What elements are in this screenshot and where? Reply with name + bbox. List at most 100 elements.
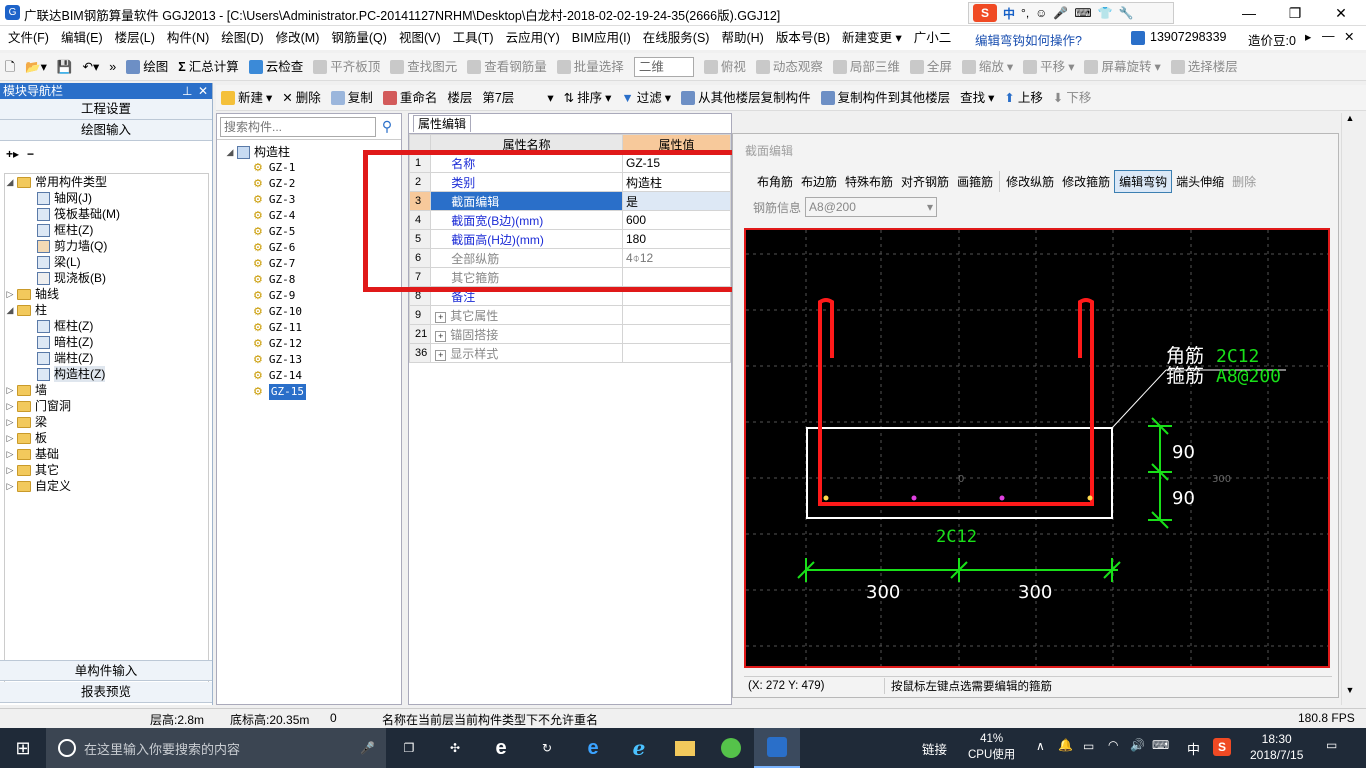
link-label[interactable]: 链接 — [922, 739, 947, 758]
property-row[interactable]: 21 + 锚固搭接 — [408, 324, 731, 344]
tree-item-beam[interactable]: 梁(L) — [5, 254, 208, 270]
tree-node-wall[interactable]: ▷ 墙 — [5, 382, 208, 398]
ime-punct[interactable]: °, — [1021, 6, 1029, 20]
project-settings-button[interactable]: 工程设置 — [0, 99, 212, 120]
collapse-icon[interactable]: ◢ — [5, 174, 15, 190]
view-mode-select[interactable]: 二维 — [629, 54, 699, 80]
internet-explorer-icon[interactable]: ℯ — [616, 728, 662, 768]
expand-icon[interactable]: + — [435, 349, 447, 361]
menu-item-7[interactable]: 视图(V) — [393, 26, 447, 50]
batch-select-button[interactable]: 批量选择 — [552, 54, 629, 80]
undo-icon[interactable]: ↶▾ — [77, 54, 104, 80]
property-row[interactable]: 9 + 其它属性 — [408, 305, 731, 325]
section-tool-2[interactable]: 特殊布筋 — [841, 171, 897, 192]
ime-toolbar[interactable]: S 中 °, ☺ 🎤 ⌨ 👕 🔧 — [968, 2, 1174, 24]
glodon-app-icon[interactable] — [754, 728, 800, 768]
floor-select[interactable]: 第7层 ▾ — [477, 85, 558, 111]
edge-icon[interactable]: e — [570, 728, 616, 768]
expand-icon[interactable]: ▷ — [5, 462, 15, 478]
menu-item-15[interactable]: 广小二 — [908, 26, 958, 50]
ime-mode[interactable]: 中 — [1003, 5, 1015, 22]
cpu-meter[interactable]: 41% CPU使用 — [968, 731, 1015, 763]
property-name[interactable]: + 锚固搭接 — [430, 324, 623, 344]
section-drawing[interactable]: 角筋 2C12 箍筋 A8@200 0 300 90 90 2C12 300 3… — [746, 230, 1328, 666]
top-view-button[interactable]: 俯视 — [699, 54, 751, 80]
orbit-button[interactable]: 动态观察 — [751, 54, 828, 80]
move-down-button[interactable]: ⬇ 下移 — [1048, 85, 1097, 111]
menu-item-3[interactable]: 构件(N) — [161, 26, 215, 50]
menu-item-12[interactable]: 帮助(H) — [715, 26, 769, 50]
tree-item-constructional-column[interactable]: 构造柱(Z) — [5, 366, 208, 382]
skin-icon[interactable]: 👕 — [1098, 6, 1113, 20]
tree-node-openings[interactable]: ▷ 门窗洞 — [5, 398, 208, 414]
menu-item-2[interactable]: 楼层(L) — [109, 26, 161, 50]
help-link[interactable]: 编辑弯钩如何操作? — [975, 30, 1082, 49]
scroll-right-icon[interactable]: ▸ — [1305, 29, 1311, 44]
local-3d-button[interactable]: 局部三维 — [828, 54, 905, 80]
collapse-all-icon[interactable]: − — [27, 147, 34, 161]
menu-item-4[interactable]: 绘图(D) — [215, 26, 269, 50]
component-item[interactable]: ⚙ GZ-11 — [225, 320, 401, 336]
keyboard-icon[interactable]: ⌨ — [1074, 6, 1091, 20]
section-tool-5[interactable]: 修改纵筋 — [999, 170, 1058, 192]
wifi-icon[interactable]: ◠ — [1108, 738, 1118, 752]
keyboard-icon[interactable]: ⌨ — [1152, 738, 1169, 752]
tree-item-shear-wall[interactable]: 剪力墙(Q) — [5, 238, 208, 254]
menu-item-13[interactable]: 版本号(B) — [770, 26, 836, 50]
rename-button[interactable]: 重命名 — [378, 85, 443, 111]
collapse-icon[interactable]: ◢ — [225, 144, 235, 160]
mic-icon[interactable]: 🎤 — [1053, 6, 1068, 20]
restore-button[interactable]: ❐ — [1272, 0, 1318, 26]
fullscreen-button[interactable]: 全屏 — [905, 54, 957, 80]
new-component-button[interactable]: 新建 ▾ — [216, 85, 277, 111]
expand-icon[interactable]: ▷ — [5, 414, 15, 430]
expand-icon[interactable]: ▷ — [5, 382, 15, 398]
tree-item-end-column[interactable]: 端柱(Z) — [5, 350, 208, 366]
tree-node-other[interactable]: ▷ 其它 — [5, 462, 208, 478]
expand-icon[interactable]: ▷ — [5, 286, 15, 302]
summary-calc-button[interactable]: Σ 汇总计算 — [173, 54, 244, 80]
save-icon[interactable]: 💾 — [52, 54, 78, 80]
taskbar-search[interactable]: 在这里输入你要搜索的内容 🎤 — [46, 728, 386, 768]
expand-icon[interactable]: ▷ — [5, 398, 15, 414]
report-preview-button[interactable]: 报表预览 — [0, 682, 212, 703]
filter-button[interactable]: ▼ 过滤 ▾ — [616, 85, 676, 111]
copy-button[interactable]: 复制 — [326, 85, 378, 111]
menu-item-6[interactable]: 钢筋量(Q) — [325, 26, 393, 50]
menu-item-0[interactable]: 文件(F) — [2, 26, 55, 50]
corner-rebar-left[interactable] — [823, 495, 829, 501]
menu-item-9[interactable]: 云应用(Y) — [500, 26, 566, 50]
section-tool-6[interactable]: 修改箍筋 — [1058, 171, 1114, 192]
search-icon[interactable]: ⚲ — [376, 118, 398, 135]
scroll-down-icon[interactable]: ▼ — [1342, 685, 1358, 695]
delete-button[interactable]: ✕ 删除 — [277, 85, 326, 111]
side-rebar-2[interactable] — [999, 495, 1005, 501]
collapse-icon[interactable]: ◢ — [5, 302, 15, 318]
clock[interactable]: 18:30 2018/7/15 — [1250, 731, 1303, 763]
tree-node-common[interactable]: ◢ 常用构件类型 — [5, 174, 208, 190]
file-explorer-icon[interactable] — [662, 728, 708, 768]
notification-bell-icon[interactable]: 🔔 — [1058, 738, 1073, 752]
sort-button[interactable]: ⇅ 排序 ▾ — [559, 85, 617, 111]
single-component-input-button[interactable]: 单构件输入 — [0, 660, 212, 681]
section-tool-4[interactable]: 画箍筋 — [953, 171, 997, 192]
align-slab-top-button[interactable]: 平齐板顶 — [308, 54, 385, 80]
menu-minimize-icon[interactable]: — — [1322, 29, 1335, 43]
menu-item-11[interactable]: 在线服务(S) — [637, 26, 716, 50]
minimize-button[interactable]: — — [1226, 0, 1272, 26]
nav-close-icon[interactable]: ✕ — [198, 83, 212, 99]
find-element-button[interactable]: 查找图元 — [385, 54, 462, 80]
ie-edge-icon[interactable]: e — [478, 728, 524, 768]
component-item[interactable]: ⚙ GZ-12 — [225, 336, 401, 352]
action-center-icon[interactable]: ▭ — [1326, 738, 1337, 752]
drawing-input-button[interactable]: 绘图输入 — [0, 120, 212, 141]
volume-icon[interactable]: 🔊 — [1130, 738, 1145, 752]
menu-item-1[interactable]: 编辑(E) — [55, 26, 109, 50]
move-up-button[interactable]: ⬆ 上移 — [999, 85, 1048, 111]
component-search-input[interactable] — [220, 116, 376, 137]
task-view-icon[interactable]: ❐ — [386, 728, 432, 768]
tree-item-slab[interactable]: 现浇板(B) — [5, 270, 208, 286]
select-floor-button[interactable]: 选择楼层 — [1166, 54, 1243, 80]
toolbar-overflow-icon[interactable]: » — [104, 54, 121, 80]
tree-node-axis[interactable]: ▷ 轴线 — [5, 286, 208, 302]
